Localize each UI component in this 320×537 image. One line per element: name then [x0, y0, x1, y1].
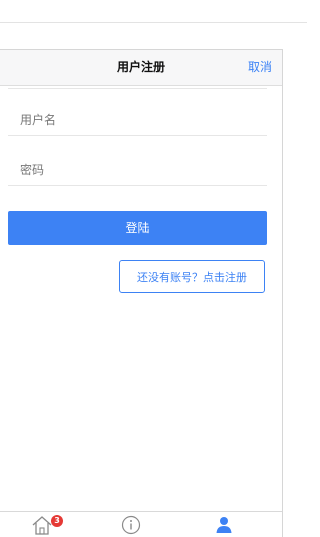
- password-input[interactable]: [8, 156, 267, 184]
- top-strip: [0, 0, 307, 23]
- form-divider: [8, 88, 267, 89]
- register-view: 用户注册 取消 登陆 还没有账号？点击注册 3: [0, 49, 283, 537]
- tab-bar: 3: [0, 511, 282, 537]
- tab-info[interactable]: [120, 514, 160, 537]
- app-screen: 用户注册 取消 登陆 还没有账号？点击注册 3: [0, 0, 307, 537]
- home-icon: [32, 516, 52, 535]
- user-icon: [216, 517, 232, 533]
- register-link-button[interactable]: 还没有账号？点击注册: [119, 260, 265, 293]
- tab-user[interactable]: [213, 514, 253, 537]
- page-title: 用户注册: [116, 60, 165, 74]
- notification-badge: 3: [51, 515, 63, 527]
- info-icon: [121, 515, 141, 535]
- tab-home[interactable]: 3: [30, 514, 70, 537]
- navigation-bar: 用户注册 取消: [0, 50, 282, 86]
- username-field: [8, 106, 267, 136]
- top-gap: [0, 23, 307, 49]
- login-button[interactable]: 登陆: [8, 211, 267, 245]
- username-input[interactable]: [8, 106, 267, 134]
- password-field: [8, 156, 267, 186]
- cancel-button[interactable]: 取消: [248, 50, 272, 85]
